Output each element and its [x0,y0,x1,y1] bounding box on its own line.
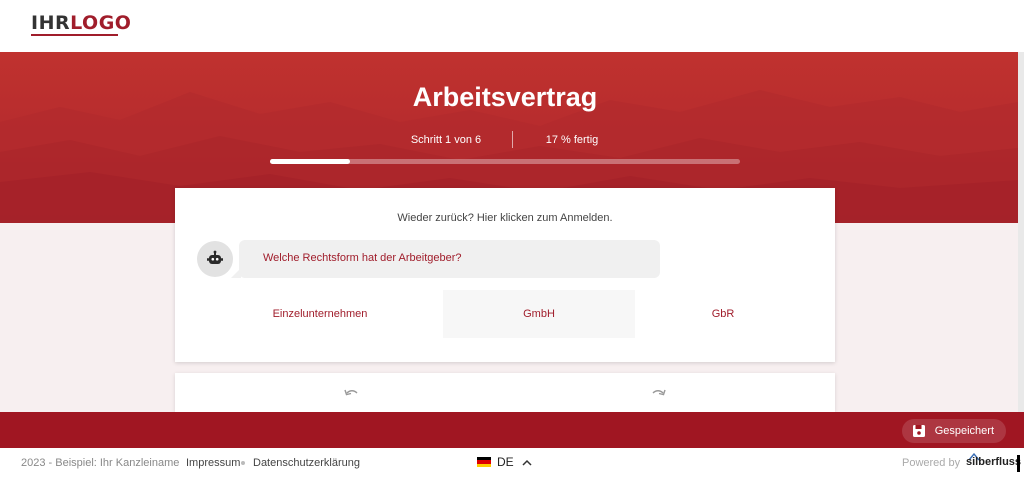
page-title: Arbeitsvertrag [412,82,598,112]
progress-divider [512,131,513,148]
progress-bar [270,159,740,164]
robot-icon [207,250,223,264]
option-einzelunternehmen[interactable]: Einzelunternehmen [197,290,443,338]
navigation-card [175,373,835,412]
saved-label: Gespeichert [934,425,994,437]
text-cursor [1017,455,1020,472]
undo-icon[interactable] [343,388,359,400]
language-code: DE [497,455,514,469]
logo[interactable]: IHRLOGO [31,12,131,34]
scrollbar[interactable] [1018,52,1024,412]
bottom-bar: Gespeichert [0,412,1024,448]
top-header: IHRLOGO [0,0,1024,52]
logo-underline [31,34,118,36]
privacy-link[interactable]: Datenschutzerklärung [253,457,360,469]
footer-separator [241,461,245,465]
chevron-up-icon [522,459,532,466]
chatbot-avatar [197,241,233,277]
save-icon [912,425,925,437]
redo-icon[interactable] [651,388,667,400]
question-text: Welche Rechtsform hat der Arbeitgeber? [263,252,462,264]
impressum-link[interactable]: Impressum [186,457,240,469]
option-gbr[interactable]: GbR [635,290,811,338]
copyright-text: 2023 - Beispiel: Ihr Kanzleiname [21,457,180,469]
powered-by-label: Powered by [902,457,961,469]
question-card: Wieder zurück? Hier klicken zum Anmelden… [175,188,835,362]
login-link[interactable]: Wieder zurück? Hier klicken zum Anmelden… [175,212,835,224]
logo-text-part1: IHR [31,12,71,34]
saved-button[interactable]: Gespeichert [901,419,1006,443]
footer: 2023 - Beispiel: Ihr Kanzleiname Impress… [0,448,1024,479]
logo-text-part2: LOGO [70,12,132,34]
silberfluss-brand[interactable]: silberfluss [966,456,1021,468]
step-indicator: Schritt 1 von 6 [410,134,482,146]
option-gmbh[interactable]: GmbH [443,290,635,338]
question-bubble: Welche Rechtsform hat der Arbeitgeber? [231,240,660,278]
german-flag-icon [477,457,491,467]
language-selector[interactable]: DE [477,455,532,469]
percent-complete: 17 % fertig [545,134,599,146]
progress-fill [270,159,350,164]
